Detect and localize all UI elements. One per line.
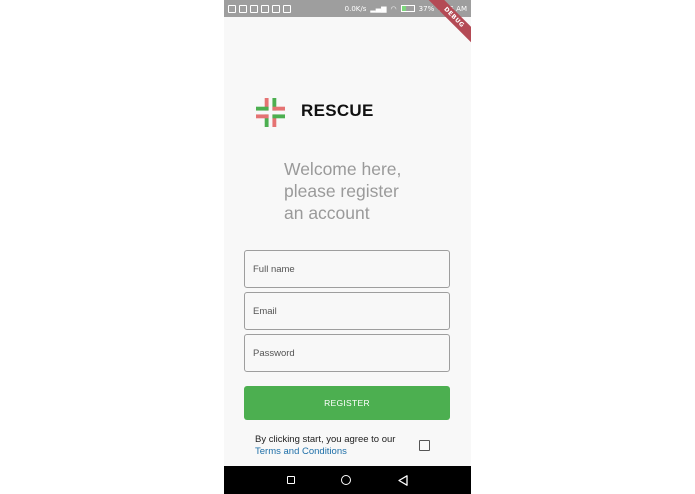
notification-icon [261,4,269,13]
app-title: RESCUE [301,101,374,120]
notification-icons [228,4,291,13]
home-icon[interactable] [341,475,352,485]
welcome-text: Welcome here, please register an account [284,159,402,223]
signal-icon: ▂▄▆ [370,4,387,13]
email-input[interactable] [244,292,450,330]
password-input[interactable] [244,334,450,372]
notification-icon [228,4,236,13]
back-icon[interactable] [398,474,408,486]
phone-screen: 0.0K/s ▂▄▆ ◠ 37% 9:35 AM DEBUG RESCUE We… [224,0,471,494]
terms-text: By clicking start, you agree to our Term… [255,434,405,458]
notification-icon [283,4,291,13]
wifi-icon: ◠ [390,4,397,13]
battery-icon [400,5,415,12]
battery-percent: 37% [418,4,435,13]
recents-icon[interactable] [287,476,296,484]
terms-link[interactable]: Terms and Conditions [255,446,347,457]
notification-icon [250,4,258,13]
terms-prefix: By clicking start, you agree to our [255,434,396,445]
terms-checkbox[interactable] [419,440,430,451]
register-button[interactable]: REGISTER [244,386,450,420]
full-name-input[interactable] [244,250,450,288]
notification-icon [272,4,280,13]
notification-icon [239,4,247,13]
rescue-logo-icon [256,98,285,127]
navigation-bar [224,466,471,494]
network-speed: 0.0K/s [344,4,367,13]
